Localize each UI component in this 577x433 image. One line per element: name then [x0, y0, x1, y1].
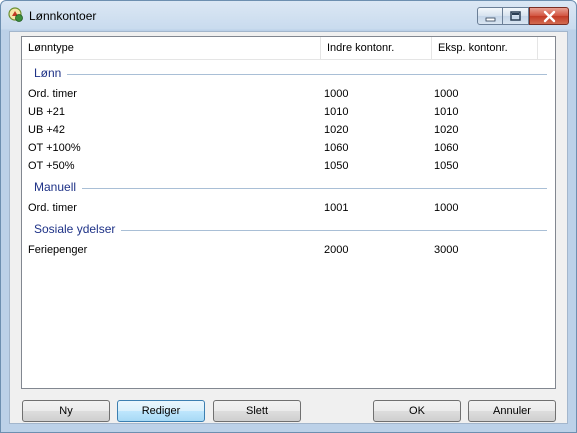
- table-row[interactable]: OT +50% 1050 1050: [22, 157, 555, 175]
- column-header-lonntype[interactable]: Lønntype: [22, 37, 321, 59]
- table-row[interactable]: Ord. timer 1000 1000: [22, 85, 555, 103]
- lonntype-cell: Feriepenger: [28, 244, 88, 256]
- lonntype-cell: OT +100%: [28, 142, 81, 154]
- lonntype-cell: UB +42: [28, 124, 65, 136]
- indre-kontonr-cell: 1000: [324, 88, 349, 100]
- dialog-window: Lønnkontoer Lønntype Indre kontonr. Eksp…: [0, 0, 577, 433]
- window-title: Lønnkontoer: [29, 9, 97, 23]
- maximize-button[interactable]: [503, 7, 529, 25]
- indre-kontonr-cell: 1010: [324, 106, 349, 118]
- slett-button[interactable]: Slett: [213, 400, 301, 422]
- annuler-button[interactable]: Annuler: [468, 400, 556, 422]
- table-row[interactable]: Ord. timer 1001 1000: [22, 199, 555, 217]
- dialog-content: Lønntype Indre kontonr. Eksp. kontonr. L…: [9, 31, 568, 424]
- group-header-sosiale-ydelser: Sosiale ydelser: [22, 222, 555, 238]
- table-row[interactable]: UB +21 1010 1010: [22, 103, 555, 121]
- eksp-kontonr-cell: 1000: [434, 88, 459, 100]
- table-row[interactable]: UB +42 1020 1020: [22, 121, 555, 139]
- eksp-kontonr-cell: 1050: [434, 160, 459, 172]
- minimize-icon: [485, 17, 496, 22]
- indre-kontonr-cell: 1020: [324, 124, 349, 136]
- lonntype-cell: OT +50%: [28, 160, 75, 172]
- eksp-kontonr-cell: 1020: [434, 124, 459, 136]
- eksp-kontonr-cell: 1060: [434, 142, 459, 154]
- column-header-indre-kontonr[interactable]: Indre kontonr.: [321, 37, 432, 59]
- indre-kontonr-cell: 1050: [324, 160, 349, 172]
- ok-button[interactable]: OK: [373, 400, 461, 422]
- list-header: Lønntype Indre kontonr. Eksp. kontonr.: [22, 37, 555, 60]
- table-row[interactable]: Feriepenger 2000 3000: [22, 241, 555, 259]
- indre-kontonr-cell: 2000: [324, 244, 349, 256]
- group-divider: [34, 188, 547, 189]
- maximize-icon: [510, 11, 521, 21]
- group-header-manuell: Manuell: [22, 180, 555, 196]
- table-row[interactable]: OT +100% 1060 1060: [22, 139, 555, 157]
- eksp-kontonr-cell: 1010: [434, 106, 459, 118]
- group-header-lonn: Lønn: [22, 66, 555, 82]
- app-icon: [8, 7, 23, 22]
- indre-kontonr-cell: 1001: [324, 202, 349, 214]
- lonntype-cell: UB +21: [28, 106, 65, 118]
- close-button[interactable]: [529, 7, 569, 25]
- account-list[interactable]: Lønntype Indre kontonr. Eksp. kontonr. L…: [21, 36, 556, 389]
- eksp-kontonr-cell: 1000: [434, 202, 459, 214]
- group-title: Lønn: [34, 66, 68, 80]
- group-title: Manuell: [34, 180, 83, 194]
- group-divider: [34, 74, 547, 75]
- lonntype-cell: Ord. timer: [28, 88, 77, 100]
- indre-kontonr-cell: 1060: [324, 142, 349, 154]
- close-icon: [543, 10, 556, 23]
- group-title: Sosiale ydelser: [34, 222, 122, 236]
- ny-button[interactable]: Ny: [22, 400, 110, 422]
- column-header-eksp-kontonr[interactable]: Eksp. kontonr.: [432, 37, 538, 59]
- minimize-button[interactable]: [477, 7, 503, 25]
- title-bar[interactable]: Lønnkontoer: [1, 1, 576, 31]
- rediger-button[interactable]: Rediger: [117, 400, 205, 422]
- eksp-kontonr-cell: 3000: [434, 244, 459, 256]
- lonntype-cell: Ord. timer: [28, 202, 77, 214]
